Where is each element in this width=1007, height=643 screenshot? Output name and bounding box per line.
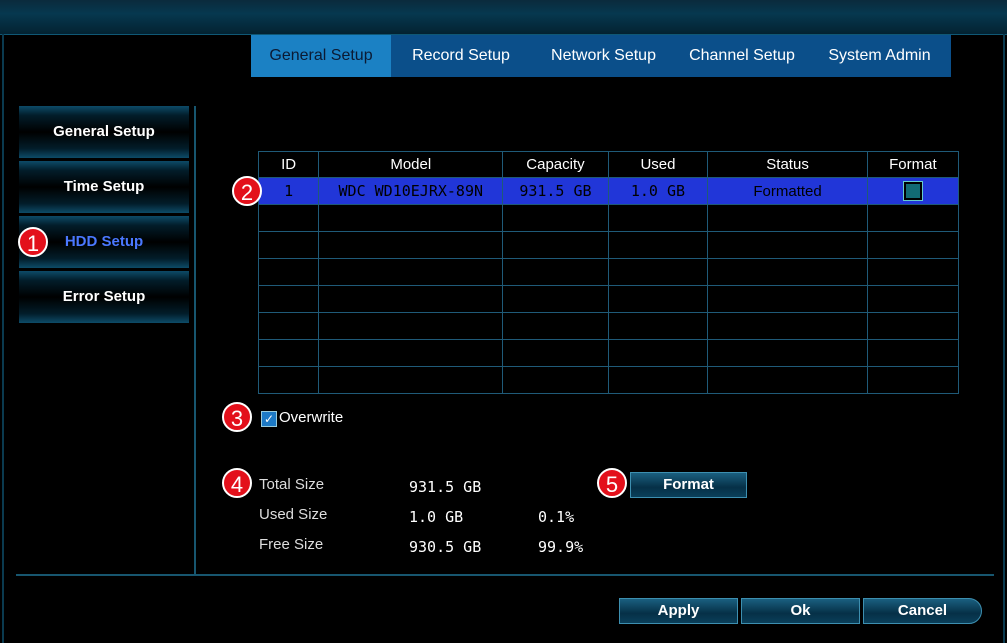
table-row-empty [257, 339, 960, 367]
tab-channel-setup[interactable]: Channel Setup [676, 35, 808, 77]
free-size-label: Free Size [259, 536, 324, 553]
cell-capacity: 931.5 GB [502, 177, 609, 205]
table-row-empty [257, 312, 960, 340]
tab-record-setup[interactable]: Record Setup [391, 35, 531, 77]
tab-system-admin[interactable]: System Admin [808, 35, 951, 77]
cell-used: 1.0 GB [607, 177, 709, 205]
sidebar-item-general-setup[interactable]: General Setup [19, 106, 189, 158]
column-header-format: Format [866, 151, 960, 178]
callout-badge-2: 2 [232, 176, 262, 206]
tab-network-setup[interactable]: Network Setup [531, 35, 676, 77]
sidebar-item-time-setup[interactable]: Time Setup [19, 161, 189, 213]
free-size-value: 930.5 GB [409, 538, 482, 556]
callout-badge-4: 4 [222, 468, 252, 498]
ok-button[interactable]: Ok [741, 598, 860, 624]
footer-divider [16, 574, 994, 576]
column-header-id: ID [257, 151, 320, 178]
table-header-row: ID Model Capacity Used Status Format [257, 151, 960, 178]
hdd-table: ID Model Capacity Used Status Format 1 W… [257, 151, 960, 394]
callout-badge-3: 3 [222, 402, 252, 432]
table-row-empty [257, 204, 960, 232]
tab-general-setup[interactable]: General Setup [251, 35, 391, 77]
sidebar-item-error-setup[interactable]: Error Setup [19, 271, 189, 323]
total-size-label: Total Size [259, 476, 325, 493]
column-header-capacity: Capacity [502, 151, 609, 178]
title-bar [0, 0, 1007, 35]
used-size-percent: 0.1% [538, 508, 575, 526]
column-header-used: Used [607, 151, 709, 178]
table-row-empty [257, 285, 960, 313]
table-row-empty [257, 231, 960, 259]
overwrite-label: Overwrite [279, 409, 344, 426]
table-row[interactable]: 1 WDC WD10EJRX-89N 931.5 GB 1.0 GB Forma… [257, 177, 960, 205]
overwrite-checkbox[interactable]: ✓ [261, 411, 277, 427]
cell-id: 1 [257, 177, 320, 205]
free-size-percent: 99.9% [538, 538, 584, 556]
table-row-empty [257, 258, 960, 286]
cell-format [866, 177, 960, 205]
cell-model: WDC WD10EJRX-89N [318, 177, 504, 205]
format-checkbox[interactable] [902, 181, 923, 202]
cell-status: Formatted [707, 177, 868, 205]
table-row-empty [257, 366, 960, 394]
apply-button[interactable]: Apply [619, 598, 738, 624]
callout-badge-1: 1 [18, 227, 48, 257]
format-button[interactable]: Format [630, 472, 747, 498]
column-header-status: Status [707, 151, 868, 178]
column-header-model: Model [318, 151, 504, 178]
sidebar-divider [194, 106, 196, 574]
callout-badge-5: 5 [597, 468, 627, 498]
cancel-button[interactable]: Cancel [863, 598, 982, 624]
top-tab-bar: General Setup Record Setup Network Setup… [251, 35, 951, 77]
frame-right-border [1003, 34, 1005, 643]
frame-left-border [2, 34, 4, 643]
total-size-value: 931.5 GB [409, 478, 482, 496]
used-size-value: 1.0 GB [409, 508, 464, 526]
used-size-label: Used Size [259, 506, 328, 523]
